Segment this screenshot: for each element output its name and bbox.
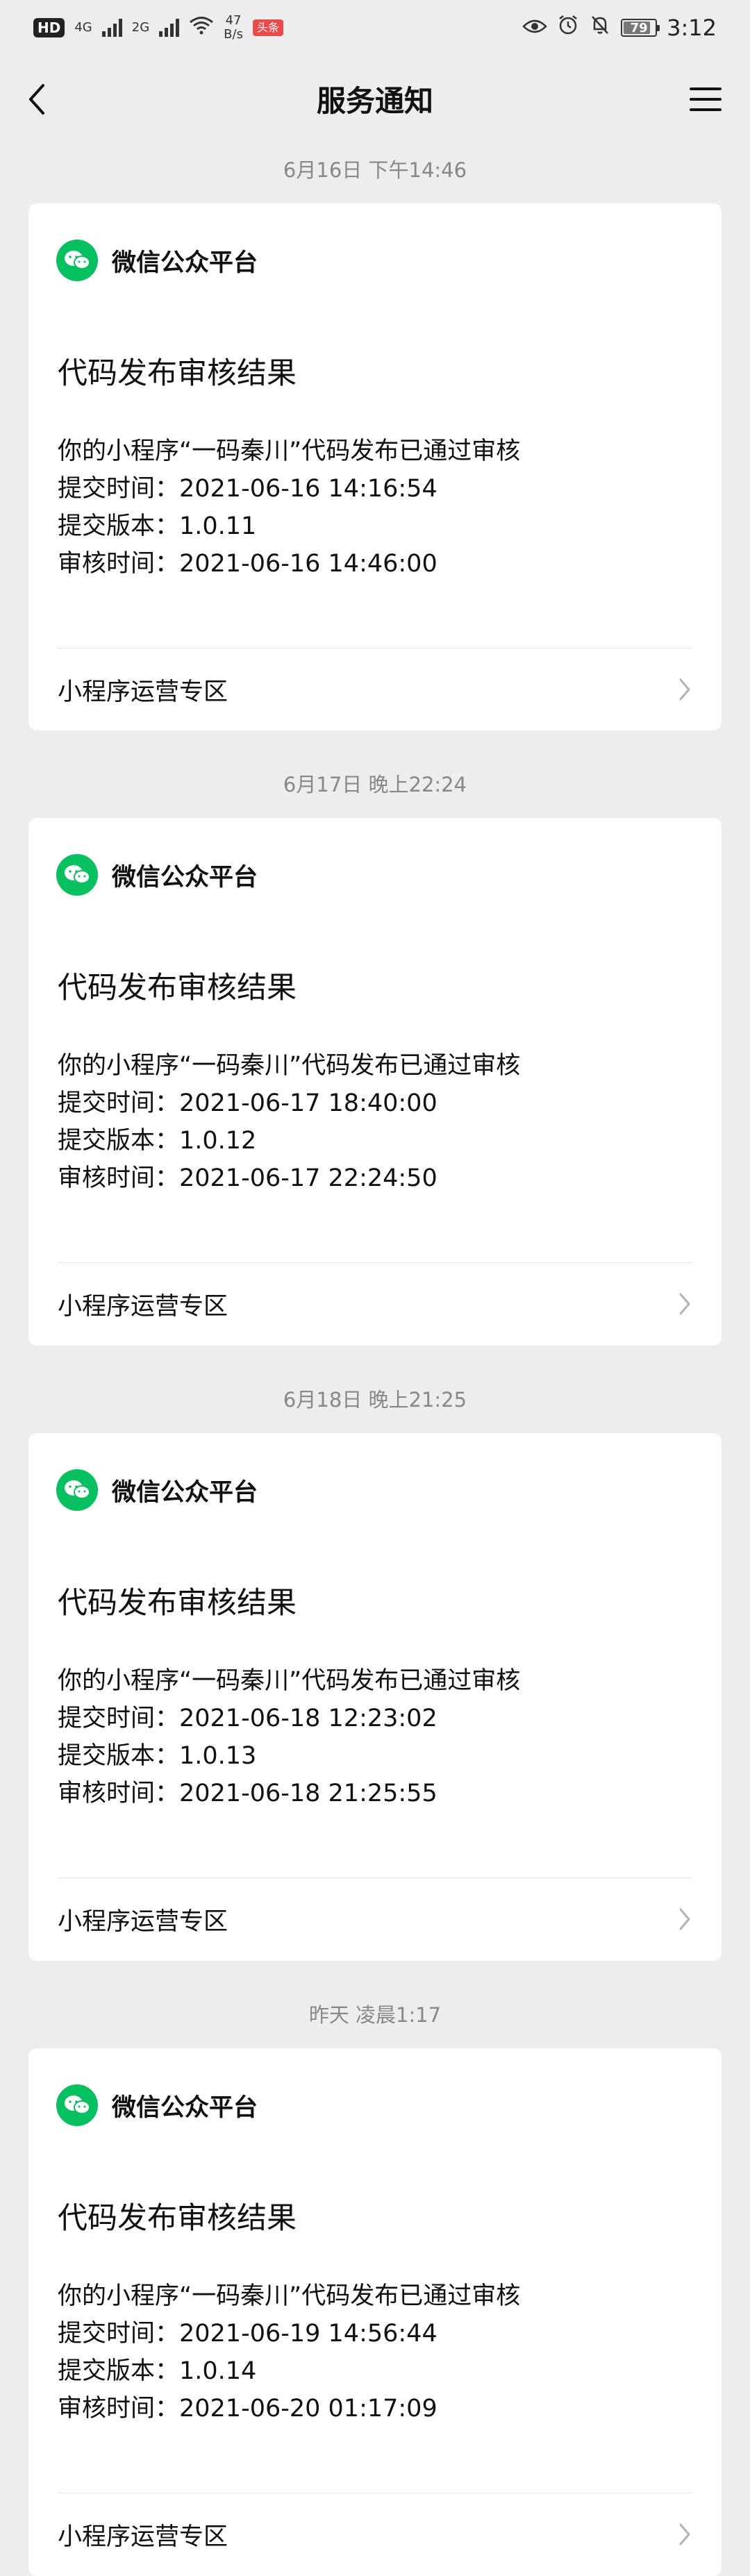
chevron-left-icon <box>29 83 44 115</box>
message-card[interactable]: 微信公众平台 代码发布审核结果 你的小程序“一码秦川”代码发布已通过审核 提交时… <box>28 1433 722 1961</box>
battery-level: 79 <box>630 20 648 35</box>
message-timestamp: 6月17日 晚上22:24 <box>283 773 467 796</box>
footer-label: 小程序运营专区 <box>58 2523 228 2551</box>
body-line-submit-time: 提交时间：2021-06-18 12:23:02 <box>58 1705 438 1732</box>
signal-icon-2 <box>159 19 180 37</box>
network-type-1: 4G <box>74 20 92 35</box>
chevron-right-icon <box>674 1905 695 1933</box>
message-timestamp: 昨天 凌晨1:17 <box>308 2003 442 2027</box>
card-title: 代码发布审核结果 <box>58 2201 297 2236</box>
body-line-version: 提交版本：1.0.14 <box>58 2357 257 2385</box>
wechat-icon <box>56 854 98 896</box>
clock: 3:12 <box>667 15 717 41</box>
footer-label: 小程序运营专区 <box>58 678 228 706</box>
speed-unit: B/s <box>224 27 243 42</box>
page-title: 服务通知 <box>316 84 433 118</box>
card-title: 代码发布审核结果 <box>58 971 297 1005</box>
footer-label: 小程序运营专区 <box>58 1292 228 1321</box>
wechat-icon <box>56 2084 98 2126</box>
card-header[interactable]: 微信公众平台 <box>56 1469 258 1511</box>
body-line-submit-time: 提交时间：2021-06-17 18:40:00 <box>58 1089 438 1117</box>
chevron-right-icon <box>674 676 695 703</box>
card-body: 你的小程序“一码秦川”代码发布已通过审核 提交时间：2021-06-19 14:… <box>58 2277 520 2427</box>
app-notification-badge: 头条 <box>252 19 283 36</box>
card-body: 你的小程序“一码秦川”代码发布已通过审核 提交时间：2021-06-18 12:… <box>58 1662 520 1812</box>
body-line-notice: 你的小程序“一码秦川”代码发布已通过审核 <box>58 1052 521 1080</box>
divider <box>58 648 692 649</box>
status-right: 79 3:12 <box>522 14 717 42</box>
menu-icon <box>690 87 722 111</box>
eye-comfort-icon <box>522 16 547 40</box>
signal-icon <box>101 19 122 37</box>
card-footer-link[interactable]: 小程序运营专区 <box>58 662 695 717</box>
wifi-icon <box>189 15 214 40</box>
card-title: 代码发布审核结果 <box>58 1586 297 1621</box>
body-line-version: 提交版本：1.0.11 <box>58 512 257 540</box>
message-card[interactable]: 微信公众平台 代码发布审核结果 你的小程序“一码秦川”代码发布已通过审核 提交时… <box>28 2048 722 2576</box>
source-name: 微信公众平台 <box>112 2093 258 2122</box>
card-body: 你的小程序“一码秦川”代码发布已通过审核 提交时间：2021-06-17 18:… <box>58 1047 520 1197</box>
body-line-version: 提交版本：1.0.12 <box>58 1127 257 1155</box>
source-name: 微信公众平台 <box>112 249 258 277</box>
back-button[interactable] <box>21 77 51 122</box>
body-line-version: 提交版本：1.0.13 <box>58 1742 257 1770</box>
source-name: 微信公众平台 <box>112 863 258 892</box>
alarm-icon <box>557 14 579 42</box>
message-card[interactable]: 微信公众平台 代码发布审核结果 你的小程序“一码秦川”代码发布已通过审核 提交时… <box>28 203 722 730</box>
status-bar: HD 4G 2G 47 B/s 头条 79 3:12 <box>0 0 750 56</box>
body-line-submit-time: 提交时间：2021-06-19 14:56:44 <box>58 2320 438 2348</box>
speed-value: 47 <box>225 13 242 28</box>
mute-bell-icon <box>589 14 611 42</box>
message-timestamp: 6月16日 下午14:46 <box>283 158 467 182</box>
divider <box>58 1877 692 1878</box>
network-speed: 47 B/s <box>224 14 243 42</box>
card-header[interactable]: 微信公众平台 <box>56 854 258 896</box>
footer-label: 小程序运营专区 <box>58 1907 228 1936</box>
message-card[interactable]: 微信公众平台 代码发布审核结果 你的小程序“一码秦川”代码发布已通过审核 提交时… <box>28 818 722 1346</box>
body-line-notice: 你的小程序“一码秦川”代码发布已通过审核 <box>58 437 521 465</box>
card-footer-link[interactable]: 小程序运营专区 <box>58 2507 695 2562</box>
network-type-2: 2G <box>131 20 150 35</box>
body-line-review-time: 审核时间：2021-06-20 01:17:09 <box>58 2395 438 2423</box>
card-title: 代码发布审核结果 <box>58 356 297 391</box>
body-line-notice: 你的小程序“一码秦川”代码发布已通过审核 <box>58 1667 521 1695</box>
body-line-review-time: 审核时间：2021-06-17 22:24:50 <box>58 1164 438 1192</box>
wechat-icon <box>56 1469 98 1511</box>
chevron-right-icon <box>674 2520 695 2548</box>
battery-icon: 79 <box>621 19 660 37</box>
card-body: 你的小程序“一码秦川”代码发布已通过审核 提交时间：2021-06-16 14:… <box>58 433 520 583</box>
card-footer-link[interactable]: 小程序运营专区 <box>58 1891 695 1947</box>
body-line-review-time: 审核时间：2021-06-18 21:25:55 <box>58 1780 438 1807</box>
message-timestamp: 6月18日 晚上21:25 <box>283 1388 467 1412</box>
body-line-submit-time: 提交时间：2021-06-16 14:16:54 <box>58 475 438 503</box>
body-line-review-time: 审核时间：2021-06-16 14:46:00 <box>58 550 438 578</box>
wechat-icon <box>56 240 98 281</box>
menu-button[interactable] <box>689 83 722 116</box>
body-line-notice: 你的小程序“一码秦川”代码发布已通过审核 <box>58 2282 521 2310</box>
hd-badge: HD <box>33 18 65 37</box>
nav-bar: 服务通知 <box>0 56 750 142</box>
chevron-right-icon <box>674 1290 695 1318</box>
status-left: HD 4G 2G 47 B/s 头条 <box>33 14 283 42</box>
card-footer-link[interactable]: 小程序运营专区 <box>58 1276 695 1332</box>
divider <box>58 1262 692 1263</box>
card-header[interactable]: 微信公众平台 <box>56 2084 258 2126</box>
card-header[interactable]: 微信公众平台 <box>56 240 258 281</box>
source-name: 微信公众平台 <box>112 1478 258 1507</box>
